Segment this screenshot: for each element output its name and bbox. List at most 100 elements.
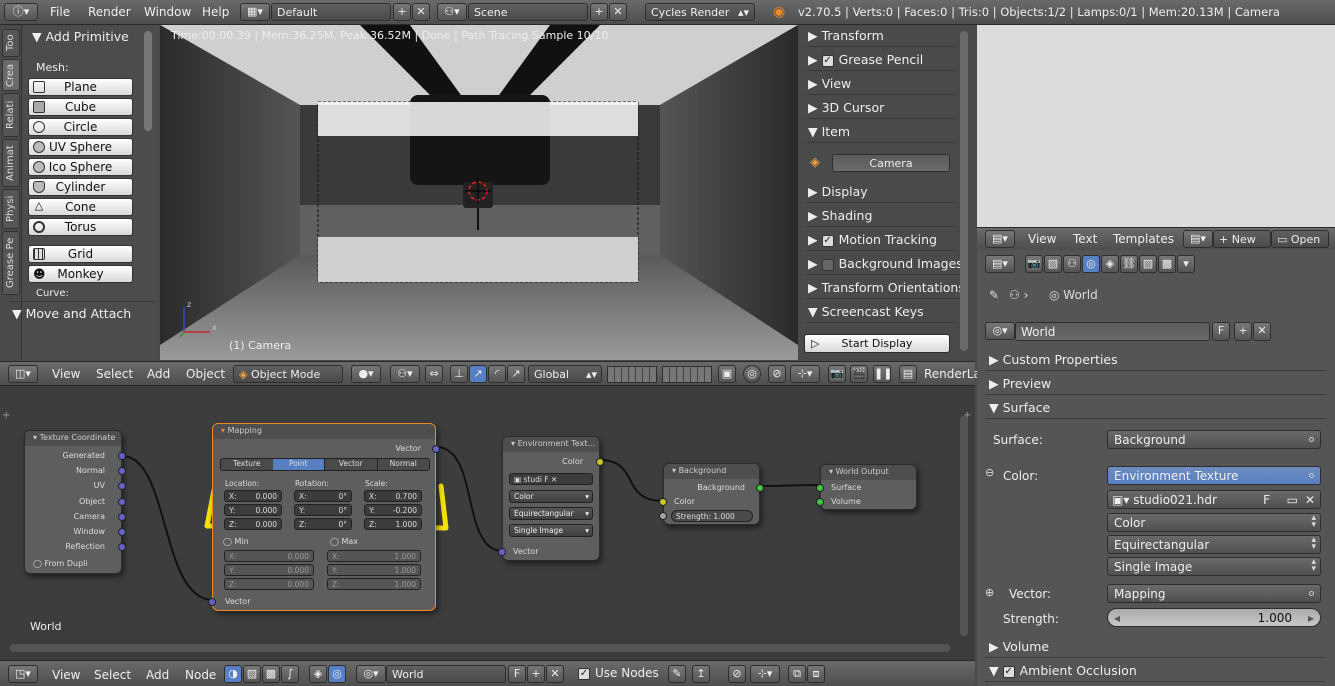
location-x-field[interactable]: X: 0.000 bbox=[224, 490, 282, 502]
layer-buttons-right[interactable] bbox=[662, 366, 712, 383]
envtex-color-space-select[interactable]: Color ▾ bbox=[509, 490, 593, 503]
item-panel-header[interactable]: ▼ Item bbox=[806, 121, 956, 143]
lock-layers-icon[interactable]: ▣ bbox=[718, 365, 736, 383]
move-manipulator-icon[interactable]: ↗ bbox=[469, 365, 487, 383]
menu-add[interactable]: Add bbox=[147, 367, 170, 381]
texture-coordinate-node[interactable]: ▾ Texture Coordinate Generated Normal UV… bbox=[24, 430, 126, 574]
scale-z-field[interactable]: Z: 1.000 bbox=[364, 518, 422, 530]
scene-tab-icon[interactable]: ⚇ bbox=[1063, 255, 1081, 273]
text-browse-icon[interactable]: ▤▾ bbox=[1183, 230, 1213, 248]
rotation-y-field[interactable]: Y: 0° bbox=[294, 504, 352, 516]
viewport-shading-icon[interactable]: ●▾ bbox=[351, 365, 381, 383]
remove-scene-icon[interactable]: ✕ bbox=[609, 3, 627, 21]
max-z-field[interactable]: Z: 1.000 bbox=[327, 578, 421, 590]
world-output-node[interactable]: ▾ World Output Surface Volume bbox=[816, 464, 917, 510]
menu-select[interactable]: Select bbox=[96, 367, 133, 381]
from-dupli-checkbox[interactable]: ◯ From Dupli bbox=[33, 559, 88, 568]
add-torus-button[interactable]: Torus bbox=[28, 218, 133, 236]
background-output-socket[interactable] bbox=[756, 484, 764, 492]
pin-context-icon[interactable]: ✎ bbox=[989, 288, 999, 302]
view-panel-header[interactable]: ▶ View bbox=[806, 73, 956, 95]
render-layer-icon[interactable]: ▤ bbox=[899, 365, 917, 383]
increment-arrow-icon[interactable]: ▸ bbox=[1308, 611, 1314, 625]
socket-generated[interactable] bbox=[118, 452, 126, 460]
menu-render[interactable]: Render bbox=[88, 5, 131, 19]
image-color-space-select[interactable]: Color ▴ ▾ bbox=[1107, 513, 1321, 532]
add-world-icon[interactable]: + bbox=[527, 665, 545, 683]
socket-object[interactable] bbox=[118, 498, 126, 506]
node-snap-icon[interactable]: ⊘ bbox=[728, 665, 746, 683]
start-display-button[interactable]: ▷ Start Display bbox=[804, 334, 950, 353]
node-editor-hscrollbar[interactable] bbox=[10, 644, 950, 652]
add-grid-button[interactable]: Grid bbox=[28, 245, 133, 263]
tab-physics[interactable]: Physi bbox=[2, 189, 20, 229]
copy-nodes-icon[interactable]: ⧉ bbox=[788, 665, 806, 683]
go-parent-icon[interactable]: ↥ bbox=[692, 665, 710, 683]
node-menu-view[interactable]: View bbox=[52, 668, 80, 682]
tab-texture[interactable]: Texture bbox=[221, 459, 273, 470]
envtex-source-select[interactable]: Single Image ▾ bbox=[509, 524, 593, 537]
add-screen-icon[interactable]: + bbox=[393, 3, 411, 21]
toolshelf-scrollbar[interactable] bbox=[144, 31, 152, 131]
add-primitive-header[interactable]: ▼ Add Primitive bbox=[32, 29, 129, 44]
unlink-image-icon[interactable]: ✕ bbox=[1305, 493, 1315, 507]
add-monkey-button[interactable]: ☻ Monkey bbox=[28, 265, 133, 283]
add-cylinder-button[interactable]: Cylinder bbox=[28, 178, 133, 196]
socket-uv[interactable] bbox=[118, 482, 126, 490]
location-z-field[interactable]: Z: 0.000 bbox=[224, 518, 282, 530]
paste-nodes-icon[interactable]: ⧈ bbox=[807, 665, 825, 683]
node-snap-element-icon[interactable]: ⊹▾ bbox=[750, 665, 780, 683]
min-y-field[interactable]: Y: 0.000 bbox=[224, 564, 314, 576]
volume-panel[interactable]: ▶ Volume bbox=[985, 636, 1325, 658]
object-tab-icon[interactable]: ◈ bbox=[1101, 255, 1119, 273]
grease-pencil-checkbox[interactable]: ✓ bbox=[821, 54, 834, 67]
rotation-z-field[interactable]: Z: 0° bbox=[294, 518, 352, 530]
max-checkbox[interactable]: ◯ Max bbox=[330, 537, 358, 546]
layer-buttons-left[interactable] bbox=[607, 366, 657, 383]
tab-relations[interactable]: Relati bbox=[2, 93, 20, 137]
min-checkbox[interactable]: ◯ Min bbox=[223, 537, 249, 546]
surface-panel[interactable]: ▼ Surface bbox=[985, 397, 1325, 419]
add-cone-button[interactable]: △ Cone bbox=[28, 198, 133, 216]
motion-tracking-checkbox[interactable]: ✓ bbox=[821, 234, 834, 247]
world-datablock-icon[interactable]: ◎▾ bbox=[985, 322, 1015, 340]
motion-tracking-panel-header[interactable]: ▶ ✓ Motion Tracking bbox=[806, 229, 956, 251]
3d-cursor-panel-header[interactable]: ▶ 3D Cursor bbox=[806, 97, 956, 119]
min-x-field[interactable]: X: 0.000 bbox=[224, 550, 314, 562]
envtex-projection-select[interactable]: Equirectangular ▾ bbox=[509, 507, 593, 520]
world-name-field[interactable]: World bbox=[386, 665, 506, 683]
image-fake-user[interactable]: F bbox=[1263, 493, 1270, 507]
menu-object[interactable]: Object bbox=[186, 367, 225, 381]
node-menu-select[interactable]: Select bbox=[94, 668, 131, 682]
snap-toggle-icon[interactable]: ⊘ bbox=[768, 365, 786, 383]
background-strength-socket[interactable] bbox=[659, 512, 667, 520]
socket-normal[interactable] bbox=[118, 467, 126, 475]
editor-type-info-icon[interactable]: ⓘ▾ bbox=[4, 3, 38, 21]
render-tab-icon[interactable]: 📷 bbox=[1025, 255, 1043, 273]
add-plane-button[interactable]: Plane bbox=[28, 78, 133, 96]
image-datablock-field[interactable]: ▣▾ studio021.hdr F ▭ ✕ bbox=[1107, 490, 1321, 509]
shader-tree-icon[interactable]: ◑ bbox=[224, 665, 242, 683]
preview-panel[interactable]: ▶ Preview bbox=[985, 373, 1325, 395]
scale-y-field[interactable]: Y: -0.200 bbox=[364, 504, 422, 516]
surface-shader-select[interactable]: Background bbox=[1107, 430, 1321, 449]
transform-panel-header[interactable]: ▶ Transform bbox=[806, 25, 956, 47]
editor-type-properties-icon[interactable]: ▤▾ bbox=[985, 255, 1015, 273]
object-data-tab-icon[interactable]: ▨ bbox=[1139, 255, 1157, 273]
image-source-select[interactable]: Single Image ▴ ▾ bbox=[1107, 557, 1321, 576]
tab-animation[interactable]: Animat bbox=[2, 139, 20, 187]
world-browse-icon[interactable]: ◎▾ bbox=[356, 665, 386, 683]
menu-help[interactable]: Help bbox=[202, 5, 229, 19]
editor-type-text-icon[interactable]: ▤▾ bbox=[985, 230, 1015, 248]
tab-vector[interactable]: Vector bbox=[324, 459, 377, 470]
socket-camera[interactable] bbox=[118, 513, 126, 521]
text-menu-view[interactable]: View bbox=[1028, 232, 1056, 246]
world-shader-icon[interactable]: ◎ bbox=[328, 665, 346, 683]
node-menu-node[interactable]: Node bbox=[185, 668, 216, 682]
tab-point[interactable]: Point bbox=[272, 459, 324, 470]
pivot-point-icon[interactable]: ⚇▾ bbox=[390, 365, 420, 383]
menu-file[interactable]: File bbox=[50, 5, 70, 19]
background-images-checkbox[interactable] bbox=[821, 258, 834, 271]
render-engine-select[interactable]: Cycles Render ▴▾ bbox=[645, 3, 755, 21]
menu-window[interactable]: Window bbox=[144, 5, 191, 19]
